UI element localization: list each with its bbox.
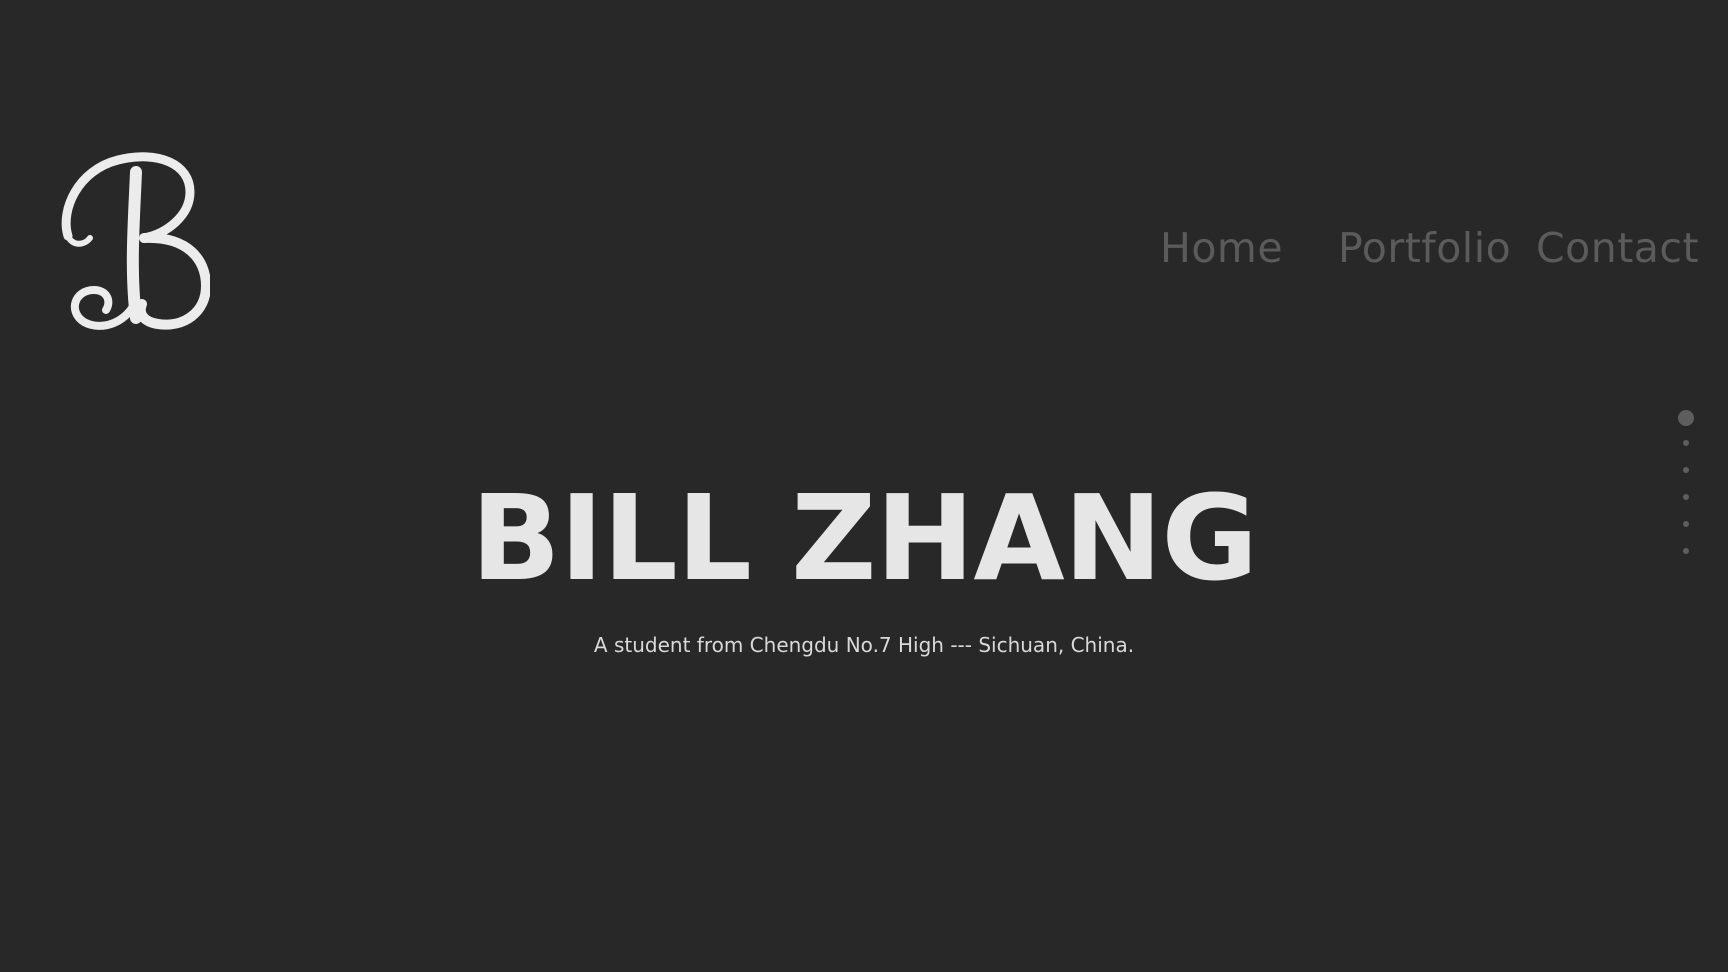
hero-title: BILL ZHANG [470, 469, 1259, 607]
nav-link-contact[interactable]: Contact [1536, 218, 1699, 278]
nav-link-portfolio[interactable]: Portfolio [1338, 218, 1511, 278]
section-dot-2[interactable] [1683, 440, 1689, 446]
nav-link-home[interactable]: Home [1160, 218, 1283, 278]
hero-subtitle: A student from Chengdu No.7 High --- Sic… [593, 633, 1135, 657]
section-dot-1[interactable] [1678, 410, 1694, 426]
main-nav: Home Portfolio Contact [0, 218, 1728, 278]
